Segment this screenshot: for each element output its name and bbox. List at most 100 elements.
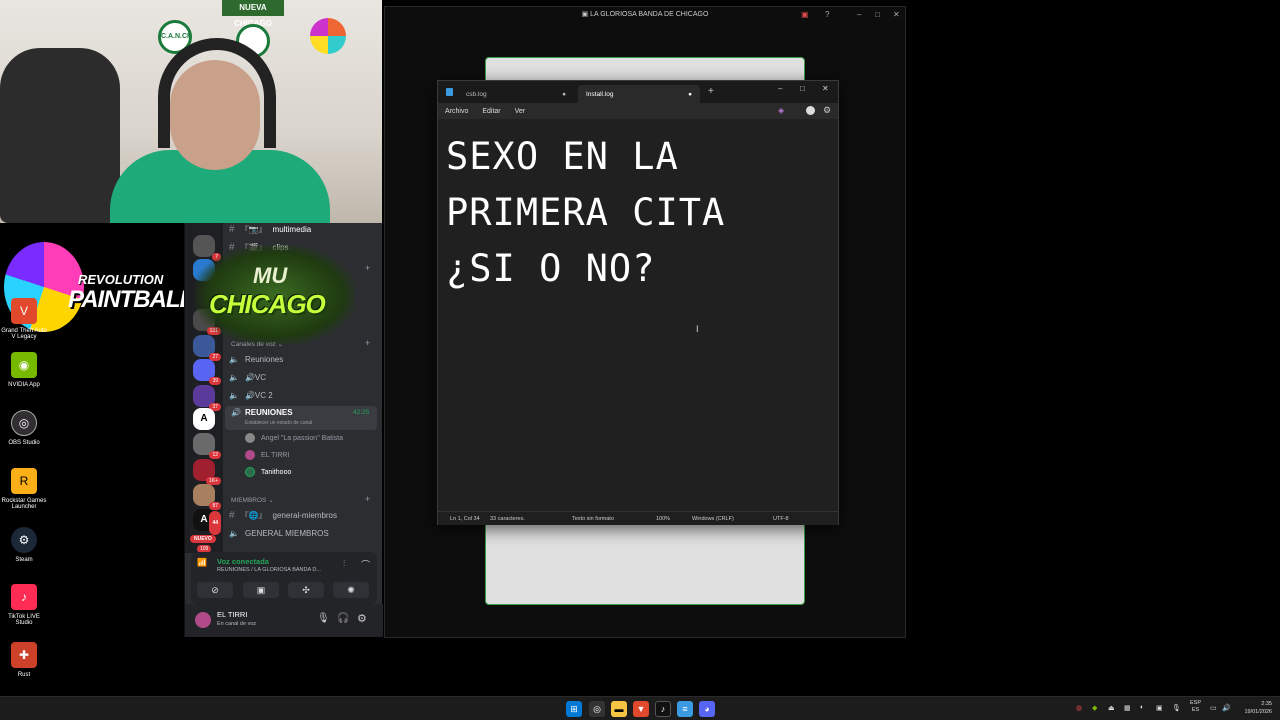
voice-channel-active[interactable]: 🔊 REUNIONES 42:25 Establecer un estado d… [225, 406, 377, 430]
user-name: EL TIRRI [261, 451, 290, 459]
speaker-icon: 🔈 [229, 390, 239, 400]
desktop-icon-label: TikTok LIVE Studio [8, 614, 40, 626]
app-icon: ▣ [581, 11, 591, 18]
zoom-level[interactable]: 100% [656, 516, 670, 522]
channel-status[interactable]: Establecer un estado de canal [245, 420, 312, 426]
server-icon[interactable]: 37 [193, 385, 221, 411]
add-channel-icon[interactable]: + [365, 263, 370, 273]
wall-sign: NUEVA CHICAGO [222, 0, 284, 28]
logo-chicago: CHICAGO [209, 289, 326, 319]
server-icon[interactable]: 1K+ [193, 459, 221, 485]
menu-archivo[interactable]: Archivo [445, 108, 468, 115]
clock[interactable]: 2:35 19/01/2026 [1240, 700, 1272, 716]
close-icon[interactable]: ✕ [893, 10, 900, 19]
server-icon-active[interactable]: A [193, 408, 215, 430]
tray-icon[interactable]: ▦ [1124, 704, 1131, 712]
voice-user[interactable]: Angel "La passion" Batista [245, 430, 343, 446]
screen-share-icon[interactable]: ▣ [801, 10, 809, 19]
tray-icon[interactable]: ◍ [1076, 704, 1082, 712]
new-tab-icon[interactable]: + [708, 86, 714, 97]
category-members[interactable]: MIEMBROS ⌄ [231, 496, 274, 504]
voice-user[interactable]: Tanithooo [245, 464, 291, 480]
tray-icon[interactable]: ▣ [1156, 704, 1163, 712]
desktop-icon-gta[interactable]: V Grand Theft Auto V Legacy [0, 298, 48, 340]
server-icon[interactable]: 12 [193, 433, 221, 459]
close-icon[interactable]: ✕ [822, 84, 829, 93]
speaker-icon: 🔈 [229, 372, 239, 382]
channel-multimedia[interactable]: # 『📷』 multimedia [229, 221, 311, 237]
soundboard-button[interactable]: ✺ [333, 582, 369, 598]
server-icon[interactable]: 39 [193, 359, 221, 385]
discord-icon[interactable]: ◕ [699, 701, 715, 717]
gear-icon[interactable]: ⚙ [357, 612, 367, 625]
avatar[interactable] [195, 612, 211, 628]
volume-icon[interactable]: 🔊 [1222, 704, 1231, 712]
desktop-icon-obs[interactable]: ◎ OBS Studio [0, 410, 48, 446]
usb-icon[interactable]: ⏏ [1108, 704, 1115, 712]
voice-status-subtitle[interactable]: REUNIONES / LA GLORIOSA BANDA D... [217, 567, 321, 573]
desktop-icon-rockstar[interactable]: R Rockstar Games Launcher [0, 468, 48, 510]
channel-label: 🔊VC [244, 372, 267, 382]
voice-channel-vc[interactable]: 🔈 🔊VC [229, 369, 266, 385]
tab-csb-log[interactable]: csb.log ● [458, 85, 574, 103]
tiktok-icon[interactable]: ♪ [655, 701, 671, 717]
gear-icon[interactable]: ⚙ [823, 105, 831, 116]
add-member-channel-icon[interactable]: + [365, 494, 370, 504]
maximize-icon[interactable]: □ [800, 84, 805, 93]
call-timer: 42:25 [353, 409, 370, 416]
tab-install-log[interactable]: Install.log ● [578, 85, 700, 103]
activities-button[interactable]: ✣ [288, 582, 324, 598]
desktop-icon-nvidia[interactable]: ◉ NVIDIA App [0, 352, 48, 388]
copilot-icon[interactable]: ◈ [778, 106, 784, 115]
voice-channel-general-miembros[interactable]: 🔈 GENERAL MIEMBROS [229, 525, 329, 541]
category-voice[interactable]: Canales de voz ⌄ [231, 340, 283, 348]
avatar [245, 433, 255, 443]
unsaved-dot-icon[interactable]: ● [562, 91, 566, 98]
desktop-icon-steam[interactable]: ⚙ Steam [0, 527, 48, 563]
nvidia-tray-icon[interactable]: ◆ [1092, 704, 1097, 712]
nvidia-icon: ◉ [11, 352, 37, 378]
copilot-icon[interactable]: ◎ [589, 701, 605, 717]
notepad-icon[interactable]: ≡ [677, 701, 693, 717]
menu-editar[interactable]: Editar [482, 108, 500, 115]
document-text[interactable]: SEXO EN LA PRIMERA CITA ¿SI O NO? [446, 129, 830, 297]
channel-prefix: 『🌐』 [240, 510, 267, 520]
minimize-icon[interactable]: – [857, 10, 861, 19]
discord-window: 7 131 27 39 37 A 12 1K+ 87 A44 NUEVO 109… [184, 221, 383, 637]
minimize-icon[interactable]: – [778, 84, 782, 93]
headphones-icon[interactable]: 🎧 [337, 613, 349, 624]
encoding[interactable]: UTF-8 [773, 516, 789, 522]
obs-icon: ◎ [11, 410, 37, 436]
file-explorer-icon[interactable]: ▬ [611, 701, 627, 717]
voice-channel-reuniones[interactable]: 🔈 Reuniones [229, 351, 283, 367]
channel-general-miembros[interactable]: # 『🌐』 general-miembros [229, 507, 337, 523]
voice-channel-vc2[interactable]: 🔈 🔊VC 2 [229, 387, 273, 403]
mic-tray-icon[interactable]: 🎙 [1172, 704, 1181, 712]
logo-line1: REVOLUTION [78, 272, 164, 287]
account-icon[interactable] [806, 106, 815, 115]
voice-user[interactable]: EL TIRRI [245, 447, 289, 463]
server-icon[interactable]: 87 [193, 484, 221, 510]
maximize-icon[interactable]: □ [875, 10, 880, 19]
desktop-icon-label: OBS Studio [8, 440, 40, 446]
add-voice-channel-icon[interactable]: + [365, 338, 370, 348]
network-icon[interactable]: ▭ [1210, 704, 1217, 712]
unsaved-dot-icon[interactable]: ● [688, 91, 692, 98]
line-endings[interactable]: Windows (CRLF) [692, 516, 734, 522]
desktop-icon-tiktok[interactable]: ♪ TikTok LIVE Studio [0, 584, 48, 626]
steam-tray-icon[interactable]: ◐ [1140, 704, 1144, 711]
server-icon[interactable]: A 44 [193, 509, 221, 535]
noise-suppression-icon[interactable]: ⫶ [343, 558, 345, 569]
help-icon[interactable]: ? [825, 10, 829, 19]
language-indicator[interactable]: ESP ES [1190, 700, 1201, 714]
logo-line2: PAINTBALL [68, 286, 194, 313]
desktop-icon-rust[interactable]: ✚ Rust [0, 642, 48, 678]
brave-icon[interactable]: ▼ [633, 701, 649, 717]
user-name: Tanithooo [261, 468, 292, 476]
menu-ver[interactable]: Ver [515, 108, 526, 115]
disconnect-icon[interactable]: ⌒ [361, 558, 370, 571]
start-icon[interactable]: ⊞ [566, 701, 582, 717]
screen-share-button[interactable]: ▣ [243, 582, 279, 598]
camera-off-button[interactable]: ⊘ [197, 582, 233, 598]
mic-icon[interactable]: 🎙 [317, 613, 330, 624]
